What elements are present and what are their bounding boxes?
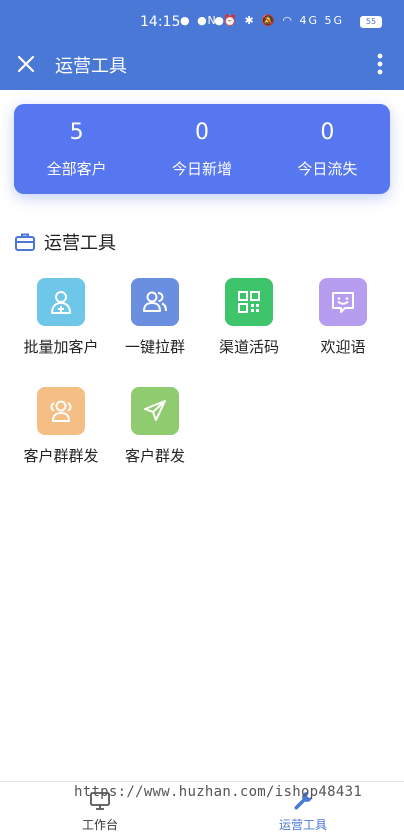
briefcase-icon xyxy=(15,233,35,251)
add-user-icon xyxy=(51,291,71,314)
close-button[interactable] xyxy=(12,50,40,78)
chat-smile-icon xyxy=(332,292,354,313)
tool-label: 批量加客户 xyxy=(23,338,99,356)
status-bar: 14:15 ● ● ● N ⏰ ✱ 🔕 ◠ 4G 5G 55 xyxy=(0,0,404,44)
tool-label: 客户群群发 xyxy=(23,447,99,465)
stat-label: 今日新增 xyxy=(171,160,232,178)
tool-icon-bg xyxy=(131,387,179,435)
title-bar: 运营工具 xyxy=(0,44,404,84)
tool-icon-bg xyxy=(319,278,367,326)
stat-label: 今日流失 xyxy=(297,160,358,178)
tool-label: 一键拉群 xyxy=(124,338,185,356)
tool-channel-qr-code[interactable]: 渠道活码 xyxy=(204,278,294,357)
more-vertical-icon xyxy=(377,53,383,75)
section-header: 运营工具 xyxy=(14,230,116,254)
tool-bulk-add-customers[interactable]: 批量加客户 xyxy=(16,278,106,357)
stats-card: 5 全部客户 0 今日新增 0 今日流失 xyxy=(14,104,390,194)
send-icon xyxy=(144,400,166,421)
section-title: 运营工具 xyxy=(44,233,116,254)
status-time: 14:15 xyxy=(140,14,181,30)
tool-icon-bg xyxy=(37,278,85,326)
stat-total-customers[interactable]: 5 全部客户 xyxy=(14,104,139,194)
stat-value: 0 xyxy=(320,120,335,145)
stat-value: 5 xyxy=(69,120,84,145)
stat-new-today[interactable]: 0 今日新增 xyxy=(139,104,264,194)
tool-label: 欢迎语 xyxy=(320,338,366,356)
stat-label: 全部客户 xyxy=(46,160,107,178)
more-menu-button[interactable] xyxy=(370,50,390,78)
page-title: 运营工具 xyxy=(55,56,127,77)
tool-label: 客户群发 xyxy=(124,447,185,465)
tool-one-click-group[interactable]: 一键拉群 xyxy=(110,278,200,357)
close-icon xyxy=(17,55,35,73)
system-status-icons: N ⏰ ✱ 🔕 ◠ 4G 5G xyxy=(207,14,344,27)
tool-group-broadcast[interactable]: 客户群群发 xyxy=(16,387,106,466)
group-icon xyxy=(143,291,167,312)
tool-icon-bg xyxy=(131,278,179,326)
watermark-text: https://www.huzhan.com/ishop48431 xyxy=(74,784,363,800)
stat-lost-today[interactable]: 0 今日流失 xyxy=(265,104,390,194)
nav-label: 运营工具 xyxy=(278,818,327,832)
tool-icon-bg xyxy=(225,278,273,326)
tool-icon-bg xyxy=(37,387,85,435)
tool-label: 渠道活码 xyxy=(218,338,279,356)
app-header: 14:15 ● ● ● N ⏰ ✱ 🔕 ◠ 4G 5G 55 运营工具 xyxy=(0,0,404,90)
tool-welcome-message[interactable]: 欢迎语 xyxy=(298,278,388,357)
battery-icon: 55 xyxy=(360,16,382,28)
group-broadcast-icon xyxy=(50,400,72,422)
qr-code-icon xyxy=(238,291,260,313)
nav-label: 工作台 xyxy=(81,818,118,832)
tool-customer-broadcast[interactable]: 客户群发 xyxy=(110,387,200,466)
stat-value: 0 xyxy=(194,120,209,145)
